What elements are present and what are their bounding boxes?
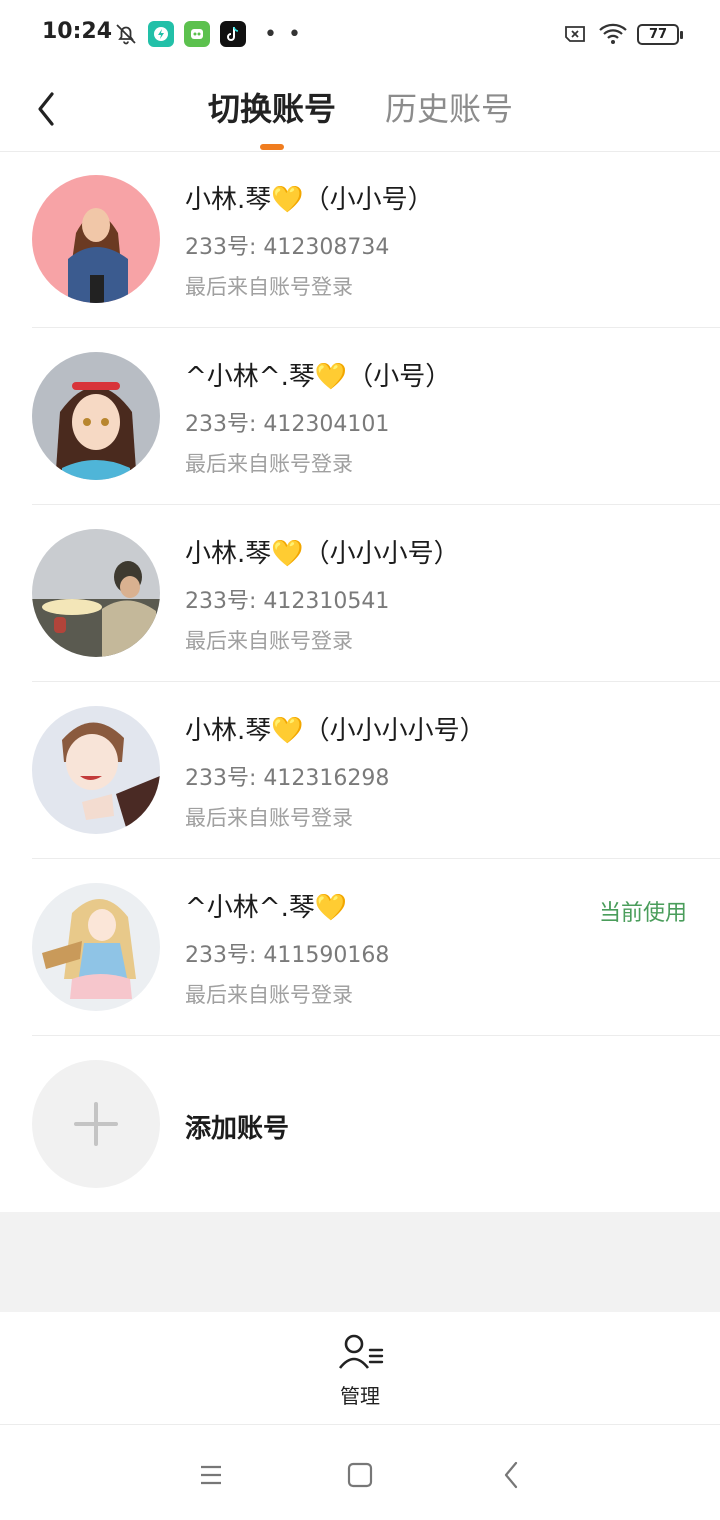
account-name: 小林.琴💛（小小小小号） bbox=[185, 716, 486, 746]
avatar bbox=[32, 706, 160, 834]
account-login-source: 最后来自账号登录 bbox=[185, 806, 353, 830]
account-login-source: 最后来自账号登录 bbox=[185, 275, 353, 299]
avatar bbox=[32, 175, 160, 303]
account-id: 233号: 412308734 bbox=[185, 235, 390, 260]
back-arrow-icon[interactable] bbox=[22, 78, 72, 128]
account-login-source: 最后来自账号登录 bbox=[185, 629, 353, 653]
account-login-source: 最后来自账号登录 bbox=[185, 983, 353, 1007]
account-name: 小林.琴💛（小小号） bbox=[185, 185, 434, 215]
avatar bbox=[32, 529, 160, 657]
tiktok-icon bbox=[220, 21, 246, 47]
account-row[interactable]: 小林.琴💛（小小小小号） 233号: 412316298 最后来自账号登录 bbox=[0, 682, 720, 859]
app-green-icon bbox=[184, 21, 210, 47]
account-row[interactable]: 小林.琴💛（小小号） 233号: 412308734 最后来自账号登录 bbox=[0, 151, 720, 328]
account-name: ^小林^.琴💛（小号） bbox=[185, 362, 452, 392]
tab-switch-account[interactable]: 切换账号 bbox=[208, 84, 336, 130]
tab-indicator bbox=[260, 144, 284, 150]
status-bar: 10:24 • • 77 bbox=[0, 0, 720, 70]
status-time: 10:24 bbox=[42, 19, 113, 44]
spacer-band bbox=[0, 1212, 720, 1312]
header: 切换账号 历史账号 bbox=[0, 70, 720, 152]
app-shield-icon bbox=[148, 21, 174, 47]
plus-icon bbox=[74, 1102, 118, 1146]
wifi-icon bbox=[599, 23, 627, 44]
account-name: 小林.琴💛（小小小号） bbox=[185, 539, 460, 569]
account-row[interactable]: ^小林^.琴💛（小号） 233号: 412304101 最后来自账号登录 bbox=[0, 328, 720, 505]
manage-button[interactable]: 管理 bbox=[310, 1332, 410, 1412]
tab-history-account[interactable]: 历史账号 bbox=[385, 84, 513, 130]
account-id: 233号: 411590168 bbox=[185, 943, 390, 968]
add-account-label: 添加账号 bbox=[185, 1114, 290, 1144]
avatar bbox=[32, 883, 160, 1011]
back-chevron-icon[interactable] bbox=[492, 1455, 532, 1495]
current-account-badge: 当前使用 bbox=[598, 901, 687, 926]
account-id: 233号: 412316298 bbox=[185, 766, 390, 791]
account-list: 小林.琴💛（小小号） 233号: 412308734 最后来自账号登录 ^小林^… bbox=[0, 151, 720, 1213]
account-row[interactable]: 小林.琴💛（小小小号） 233号: 412310541 最后来自账号登录 bbox=[0, 505, 720, 682]
battery-indicator: 77 bbox=[637, 24, 683, 45]
account-name: ^小林^.琴💛 bbox=[185, 893, 348, 923]
more-dots-icon: • • bbox=[264, 22, 303, 47]
avatar bbox=[32, 352, 160, 480]
account-login-source: 最后来自账号登录 bbox=[185, 452, 353, 476]
add-account-button[interactable]: 添加账号 bbox=[0, 1036, 720, 1213]
manage-label: 管理 bbox=[340, 1384, 380, 1408]
user-list-icon bbox=[338, 1334, 384, 1369]
account-row-current[interactable]: ^小林^.琴💛 当前使用 233号: 411590168 最后来自账号登录 bbox=[0, 859, 720, 1036]
system-nav-bar bbox=[0, 1424, 720, 1520]
account-id: 233号: 412304101 bbox=[185, 412, 390, 437]
home-square-icon[interactable] bbox=[340, 1455, 380, 1495]
sim-off-icon bbox=[565, 26, 585, 42]
menu-icon[interactable] bbox=[191, 1455, 231, 1495]
account-id: 233号: 412310541 bbox=[185, 589, 390, 614]
add-account-circle[interactable] bbox=[32, 1060, 160, 1188]
bell-off-icon bbox=[116, 24, 136, 45]
